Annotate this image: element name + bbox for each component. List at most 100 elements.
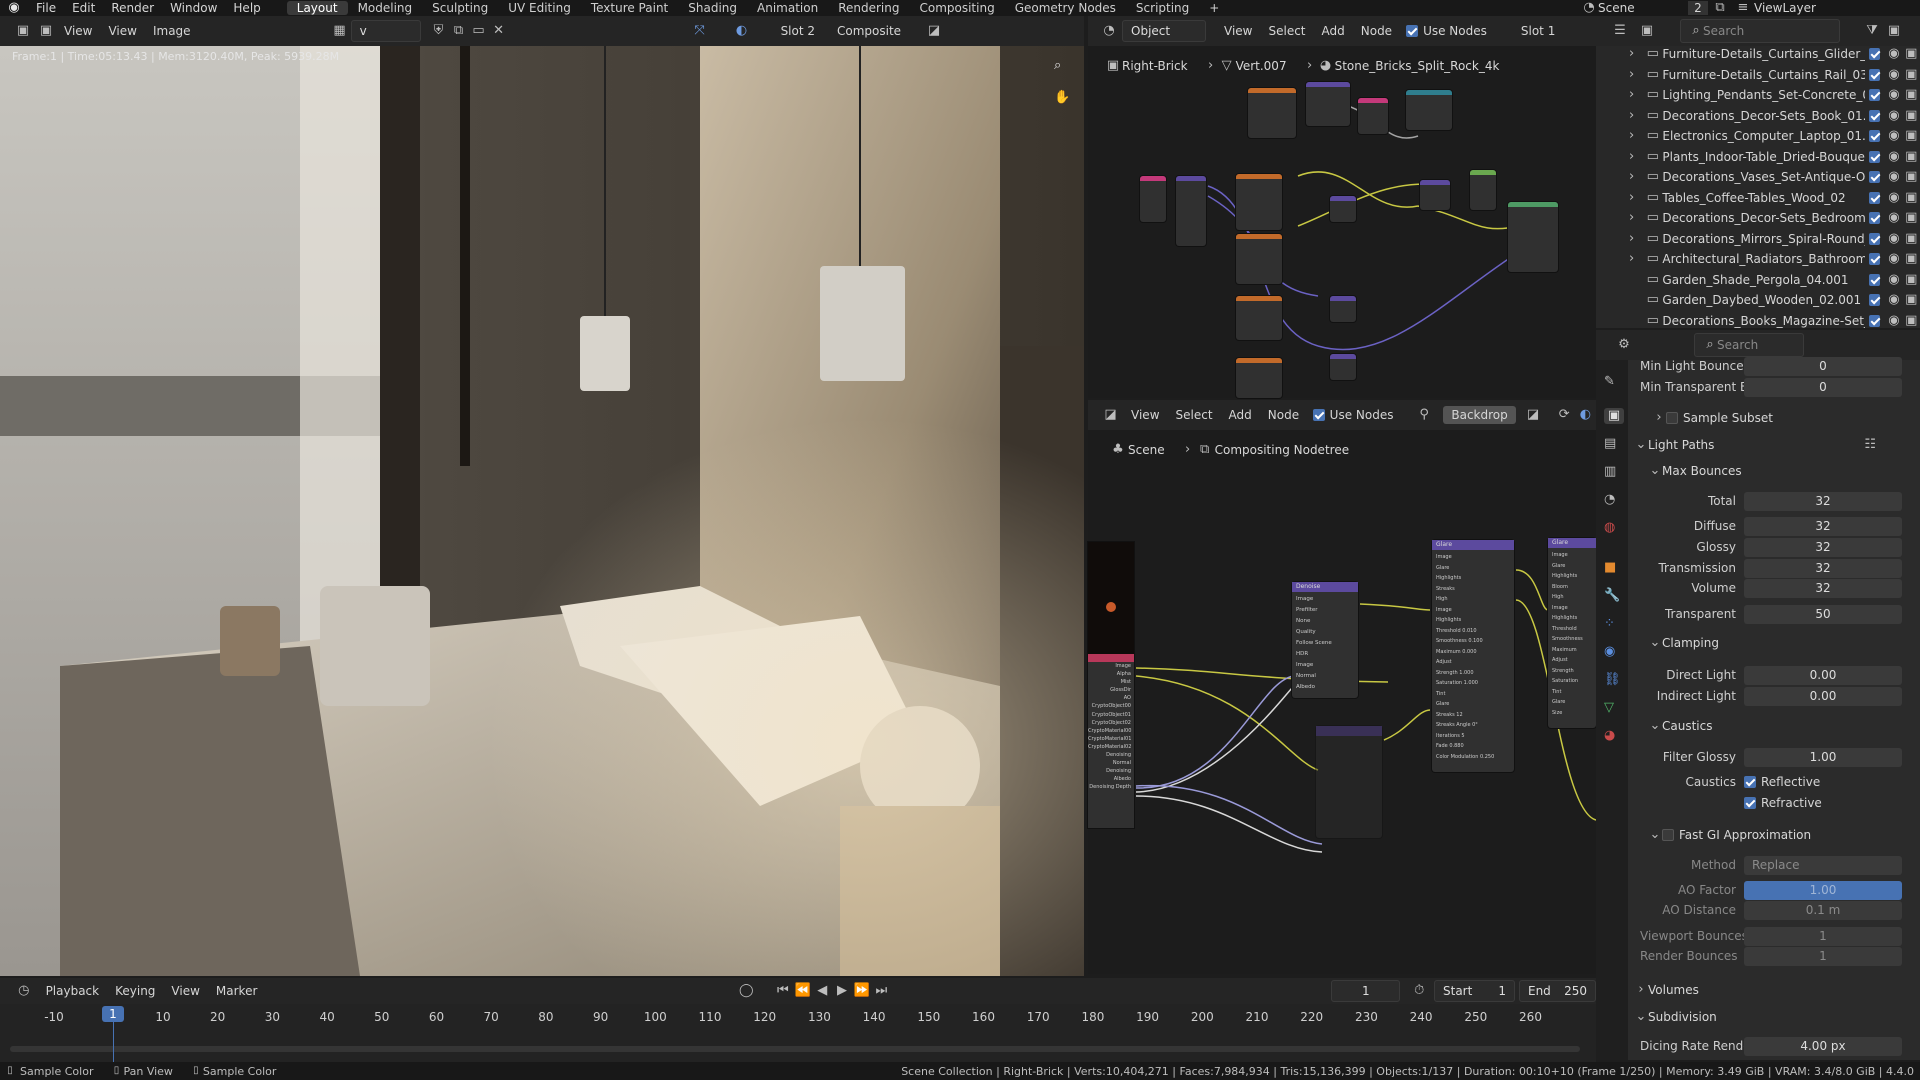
expand-chevron-icon[interactable]: ›: [1620, 149, 1643, 165]
outliner-item-name[interactable]: Tables_Coffee-Tables_Wood_02: [1662, 191, 1864, 205]
shader-menu-add[interactable]: Add: [1314, 22, 1353, 40]
outliner-row[interactable]: ›▭Decorations_Vases_Set-Antique-Old_01 ◉▣: [1600, 167, 1920, 187]
shield-icon[interactable]: ⛨: [429, 23, 449, 39]
outliner-row[interactable]: ›▭Plants_Indoor-Table_Dried-Bouquet_07 ◉▣: [1600, 147, 1920, 167]
outliner-item-name[interactable]: Garden_Shade_Pergola_04.001: [1662, 273, 1864, 287]
principled-bsdf-node[interactable]: [1508, 202, 1558, 272]
glare-node[interactable]: Glare Image Glare Highlights Streaks High Ima…: [1432, 540, 1514, 772]
include-checkbox[interactable]: [1868, 273, 1881, 286]
denoise-node[interactable]: Denoise Image Prefilter None Quality Follow …: [1292, 582, 1358, 698]
render-image-viewport[interactable]: Frame:1 | Time:05:13.43 | Mem:3120.40M, …: [0, 46, 1084, 976]
outliner-row[interactable]: › ▭ Tables_Coffee-Tables_Wood_02 ◉ ▣: [1600, 188, 1920, 208]
clamping-subpanel[interactable]: ⌄ Clamping: [1648, 635, 1920, 651]
image-browse-icon[interactable]: ▦: [329, 23, 351, 39]
render-camera-icon[interactable]: ▣: [1903, 67, 1920, 83]
outliner-item-name[interactable]: Decorations_Decor-Sets_Book_01.001: [1662, 109, 1864, 123]
bounce-field[interactable]: 32: [1744, 537, 1902, 557]
shader-node-canvas[interactable]: ▣ Right-Brick › ▽ Vert.007 › ◕ Stone_Bri…: [1088, 46, 1596, 398]
workspace-tab-scripting[interactable]: Scripting: [1126, 1, 1199, 15]
render-camera-icon[interactable]: ▣: [1903, 108, 1920, 124]
duplicate-icon[interactable]: ⧉: [449, 23, 469, 39]
comp-use-nodes-checkbox[interactable]: [1313, 409, 1325, 421]
prev-keyframe-icon[interactable]: ⏪: [793, 983, 813, 999]
render-camera-icon[interactable]: ▣: [1903, 313, 1920, 329]
gizmo-icon[interactable]: ⤧: [689, 23, 711, 39]
visibility-eye-icon[interactable]: ◉: [1885, 292, 1902, 308]
visibility-eye-icon[interactable]: ◉: [1885, 87, 1902, 103]
record-icon[interactable]: ◯: [735, 983, 757, 999]
refractive-checkbox[interactable]: [1744, 797, 1756, 809]
visibility-eye-icon[interactable]: ◉: [1885, 149, 1902, 165]
visibility-eye-icon[interactable]: ◉: [1885, 251, 1902, 267]
overlay-icon[interactable]: ◐: [1575, 407, 1596, 423]
bounce-field[interactable]: 32: [1744, 558, 1902, 578]
outliner-row[interactable]: ›▭Furniture-Details_Curtains_Rail_03.001…: [1600, 65, 1920, 85]
image-menu-image[interactable]: Image: [145, 22, 199, 40]
pass-selector[interactable]: Composite: [829, 22, 919, 40]
workspace-tab-texture-paint[interactable]: Texture Paint: [581, 1, 678, 15]
properties-type-icon[interactable]: ⚙: [1610, 337, 1638, 353]
image-name-field[interactable]: v: [350, 20, 421, 42]
expand-chevron-icon[interactable]: ›: [1620, 231, 1643, 247]
menu-file[interactable]: File: [28, 1, 64, 15]
constraints-tab-icon[interactable]: ⛓: [1604, 672, 1621, 688]
render-camera-icon[interactable]: ▣: [1903, 251, 1920, 267]
outliner-item-name[interactable]: Decorations_Decor-Sets_Bedroom_02.0: [1662, 211, 1864, 225]
outliner-item-name[interactable]: Lighting_Pendants_Set-Concrete_01: [1662, 88, 1864, 102]
outliner-row[interactable]: ›▭Decorations_Decor-Sets_Book_01.001 ◉▣: [1600, 106, 1920, 126]
stopwatch-icon[interactable]: ⏱: [1408, 983, 1430, 999]
ao-factor-slider[interactable]: 1.00: [1744, 880, 1902, 900]
scene-user-count[interactable]: 2: [1688, 1, 1708, 15]
visibility-eye-icon[interactable]: ◉: [1885, 210, 1902, 226]
expand-chevron-icon[interactable]: ›: [1620, 251, 1643, 267]
shader-menu-node[interactable]: Node: [1353, 22, 1400, 40]
physics-tab-icon[interactable]: ◉: [1604, 644, 1615, 660]
include-checkbox[interactable]: [1868, 109, 1881, 122]
end-frame-field[interactable]: End 250: [1518, 980, 1597, 1002]
outliner-row[interactable]: ›▭Electronics_Computer_Laptop_01.001 ◉▣: [1600, 126, 1920, 146]
shader-node[interactable]: [1330, 296, 1356, 322]
comp-menu-view[interactable]: View: [1123, 406, 1167, 424]
jump-start-icon[interactable]: ⏮: [773, 983, 793, 999]
min-transparent-bounces-field[interactable]: 0: [1744, 377, 1902, 397]
include-checkbox[interactable]: [1868, 212, 1881, 224]
menu-help[interactable]: Help: [225, 1, 268, 15]
visibility-eye-icon[interactable]: ◉: [1885, 108, 1902, 124]
gi-method-dropdown[interactable]: Replace: [1744, 855, 1902, 875]
indirect-light-field[interactable]: 0.00: [1744, 686, 1902, 706]
workspace-tab-geometry-nodes[interactable]: Geometry Nodes: [1005, 1, 1126, 15]
image-menu-view-2[interactable]: View: [100, 22, 144, 40]
dicing-rate-field[interactable]: 4.00 px: [1744, 1036, 1902, 1056]
view-mode-icon[interactable]: ▣: [36, 23, 56, 39]
subdivision-panel[interactable]: ⌄ Subdivision: [1634, 1009, 1914, 1025]
timeline-menu-marker[interactable]: Marker: [208, 982, 265, 1000]
view-layer-tab-icon[interactable]: ▥: [1604, 464, 1616, 480]
tool-tab-icon[interactable]: ✎: [1604, 374, 1615, 390]
sample-subset-checkbox[interactable]: [1666, 412, 1678, 424]
shader-menu-select[interactable]: Select: [1260, 22, 1313, 40]
render-camera-icon[interactable]: ▣: [1903, 149, 1920, 165]
min-light-bounces-field[interactable]: 0: [1744, 356, 1902, 376]
expand-chevron-icon[interactable]: ›: [1620, 169, 1643, 185]
menu-window[interactable]: Window: [162, 1, 225, 15]
display-channels-icon[interactable]: ◪: [923, 23, 945, 39]
material-tab-icon[interactable]: ◕: [1604, 728, 1615, 744]
shader-node[interactable]: [1330, 196, 1356, 222]
compositor-editor-type-icon[interactable]: ◪: [1098, 407, 1123, 423]
expand-chevron-icon[interactable]: ›: [1620, 108, 1643, 124]
reflective-checkbox[interactable]: [1744, 776, 1756, 788]
outliner-item-name[interactable]: Plants_Indoor-Table_Dried-Bouquet_07: [1662, 150, 1864, 164]
outliner-type-icon[interactable]: ☰: [1606, 23, 1634, 39]
fast-gi-checkbox[interactable]: [1662, 829, 1674, 841]
workspace-tab-uv-editing[interactable]: UV Editing: [498, 1, 581, 15]
denoise-node-muted[interactable]: [1316, 726, 1382, 838]
outliner-item-name[interactable]: Furniture-Details_Curtains_Glider_02.00: [1662, 47, 1864, 61]
shader-node[interactable]: [1236, 174, 1282, 230]
comp-menu-add[interactable]: Add: [1221, 406, 1260, 424]
pin-icon[interactable]: ⚲: [1413, 407, 1434, 423]
timeline-menu-playback[interactable]: Playback: [38, 982, 108, 1000]
shader-node[interactable]: [1420, 180, 1450, 210]
outliner-item-name[interactable]: Furniture-Details_Curtains_Rail_03.001: [1662, 68, 1864, 82]
fast-gi-subpanel[interactable]: ⌄ Fast GI Approximation: [1648, 827, 1920, 843]
visibility-eye-icon[interactable]: ◉: [1885, 313, 1902, 329]
